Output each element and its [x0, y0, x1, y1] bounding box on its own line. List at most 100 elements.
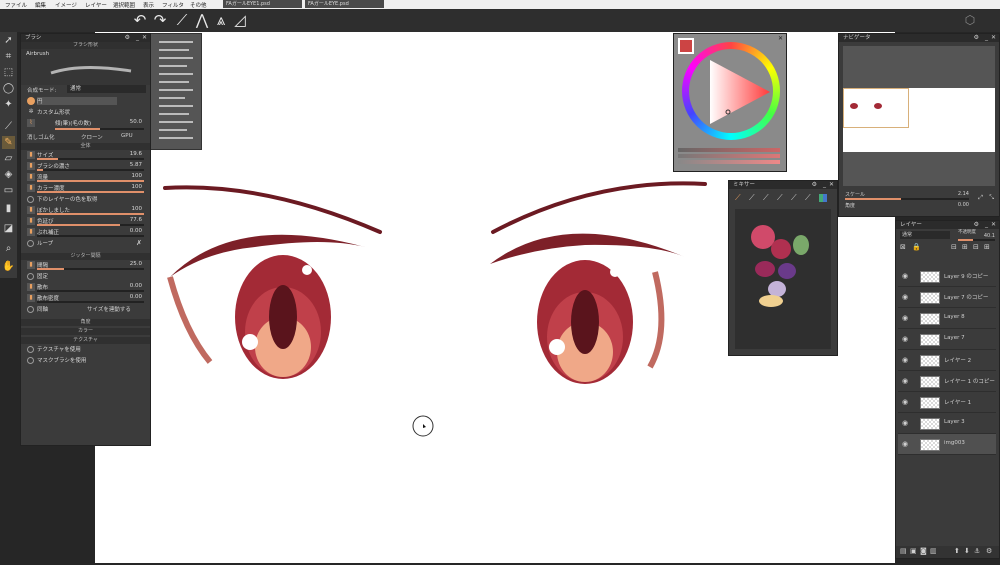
layer-option-icon-2[interactable]: ⊞ — [962, 243, 968, 251]
wrench-icon[interactable]: ✗ — [136, 239, 142, 247]
layer-row[interactable]: ◉ Layer 9 のコピー — [898, 266, 996, 287]
param-slider[interactable] — [37, 235, 144, 237]
delete-layer-icon[interactable]: ▥ — [930, 547, 937, 555]
shape-tool-icon[interactable]: ◪ — [2, 222, 15, 235]
move-down-icon[interactable]: ⬇ — [964, 547, 970, 555]
param-slider[interactable] — [37, 290, 144, 292]
fixed-radio[interactable] — [27, 273, 34, 280]
layer-row[interactable]: ◉ Layer 7 — [898, 329, 996, 350]
menu-view[interactable]: 表示 — [143, 1, 154, 9]
layer-row[interactable]: ◉ Layer 7 のコピー — [898, 287, 996, 308]
eyedropper-tool-icon[interactable]: ⟋ — [2, 120, 15, 133]
redo-icon[interactable]: ↷ — [152, 12, 168, 28]
brush-preview[interactable]: Airbrush — [21, 49, 150, 85]
angle-row[interactable]: 角度 0.00 — [839, 202, 999, 213]
lock-icon[interactable]: 🔒 — [912, 243, 921, 251]
menu-layer[interactable]: レイヤー — [85, 1, 107, 9]
close-icon[interactable]: ✕ — [142, 34, 147, 42]
brush-preset-strip[interactable] — [150, 33, 202, 150]
move-up-icon[interactable]: ⬆ — [954, 547, 960, 555]
use-texture-radio[interactable] — [27, 346, 34, 353]
symmetry-icon[interactable]: ⋀ — [194, 12, 210, 28]
layer-blend-select[interactable]: 通常 — [900, 231, 950, 239]
new-folder-icon[interactable]: ▣ — [910, 547, 917, 555]
close-icon[interactable]: ✕ — [991, 221, 996, 229]
eye-icon[interactable]: ◉ — [902, 272, 908, 280]
brush-param-row[interactable]: ▮ 色延び 77.6 — [21, 216, 150, 227]
jitter-param-row[interactable]: ▮ 散布 0.00 — [21, 282, 150, 293]
use-mask-row[interactable]: マスクブラシを使用 — [21, 355, 150, 366]
menu-filter[interactable]: フィルタ — [162, 1, 184, 9]
mixer-water-icon[interactable]: ⟋ — [777, 193, 783, 203]
mixer-brush-icon[interactable]: ⟋ — [735, 193, 741, 203]
close-icon[interactable]: ✕ — [829, 181, 834, 189]
select-rect-tool-icon[interactable]: ⬚ — [2, 66, 15, 79]
undo-icon[interactable]: ↶ — [132, 12, 148, 28]
layer-row[interactable]: ◉ レイヤー 1 — [898, 392, 996, 413]
document-tab-2[interactable]: FAガールEYE.psd — [305, 0, 384, 8]
param-slider[interactable] — [37, 169, 144, 171]
jitter-param-row[interactable]: ▮ 間隔 25.0 — [21, 260, 150, 271]
mixer-eraser-icon[interactable]: ⟋ — [791, 193, 797, 203]
minimize-icon[interactable]: _ — [985, 221, 988, 229]
diameter-slider[interactable] — [55, 128, 144, 130]
scale-slider[interactable] — [845, 198, 969, 200]
param-slider[interactable] — [37, 191, 144, 193]
zoom-actual-icon[interactable]: ⤡ — [989, 194, 994, 202]
saturation-triangle[interactable] — [682, 42, 780, 140]
menu-edit[interactable]: 編集 — [35, 1, 46, 9]
sync-radio[interactable] — [27, 306, 34, 313]
gpu-toggle[interactable]: GPU — [121, 133, 133, 139]
layer-mask-icon[interactable]: ◙ — [920, 547, 927, 555]
angle-header[interactable]: 角度 — [21, 319, 150, 326]
menu-image[interactable]: イメージ — [55, 1, 77, 9]
eraser-tool-icon[interactable]: ▱ — [2, 152, 15, 165]
hand-tool-icon[interactable]: ✋ — [2, 260, 15, 273]
brush-param-row[interactable]: ▮ ぼかしました 100 — [21, 205, 150, 216]
move-tool-icon[interactable]: ➚ — [2, 34, 15, 47]
lock-alpha-icon[interactable]: ⊠ — [900, 243, 906, 251]
loop-row[interactable]: ループ ✗ — [21, 238, 150, 249]
scale-row[interactable]: スケール 2.14 — [839, 191, 999, 202]
diameter-row[interactable]: ⌇ 傾(筆)(毛の数) 50.0 — [21, 118, 150, 132]
custom-shape-row[interactable]: ✲ カスタム形状 — [21, 107, 150, 118]
menu-select[interactable]: 選択範囲 — [113, 1, 135, 9]
brush-param-row[interactable]: ▮ カラー濃度 100 — [21, 183, 150, 194]
color-slider-3[interactable] — [678, 160, 780, 164]
navigator-view[interactable] — [843, 46, 995, 186]
mixer-canvas[interactable] — [735, 209, 831, 349]
param-slider[interactable] — [37, 158, 144, 160]
sample-below-row[interactable]: 下のレイヤーの色を取得 — [21, 194, 150, 205]
layer-option-icon-4[interactable]: ⊞ — [984, 243, 990, 251]
layer-option-icon-1[interactable]: ⊟ — [951, 243, 957, 251]
eye-icon[interactable]: ◉ — [902, 356, 908, 364]
gear-icon[interactable]: ⚙ — [125, 34, 130, 42]
minimize-icon[interactable]: _ — [823, 181, 826, 189]
blend-mode-row[interactable]: 合成モード: 通常 — [21, 85, 150, 96]
mixer-eyedropper-icon[interactable]: ⟋ — [805, 193, 811, 203]
use-mask-radio[interactable] — [27, 357, 34, 364]
eye-icon[interactable]: ◉ — [902, 314, 908, 322]
gear-icon[interactable]: ⚙ — [812, 181, 817, 189]
lasso-tool-icon[interactable]: ◯ — [2, 82, 15, 95]
navigator-viewport-rect[interactable] — [843, 88, 909, 128]
mixer-smudge-icon[interactable]: ⟋ — [763, 193, 769, 203]
param-slider[interactable] — [37, 301, 144, 303]
brush-param-row[interactable]: ▮ 流量 100 — [21, 172, 150, 183]
shape-circle-row[interactable]: 円 — [21, 96, 150, 107]
texture-header[interactable]: テクスチャ — [21, 337, 150, 344]
use-texture-row[interactable]: テクスチャを使用 — [21, 344, 150, 355]
close-icon[interactable]: ✕ — [991, 34, 996, 42]
color-header[interactable]: カラー — [21, 328, 150, 335]
param-slider[interactable] — [37, 224, 144, 226]
link-size-label[interactable]: サイズを連動する — [87, 305, 131, 313]
zoom-fit-icon[interactable]: ⤢ — [978, 194, 983, 202]
layer-row[interactable]: ◉ img003 — [898, 434, 996, 455]
eye-icon[interactable]: ◉ — [902, 335, 908, 343]
close-icon[interactable]: ✕ — [778, 35, 783, 42]
gear-icon[interactable]: ⚙ — [974, 221, 979, 229]
ruler-icon[interactable]: ◿ — [232, 12, 248, 28]
eye-icon[interactable]: ◉ — [902, 293, 908, 301]
param-slider[interactable] — [37, 268, 144, 270]
brush-param-row[interactable]: ▮ サイズ 19.6 — [21, 150, 150, 161]
